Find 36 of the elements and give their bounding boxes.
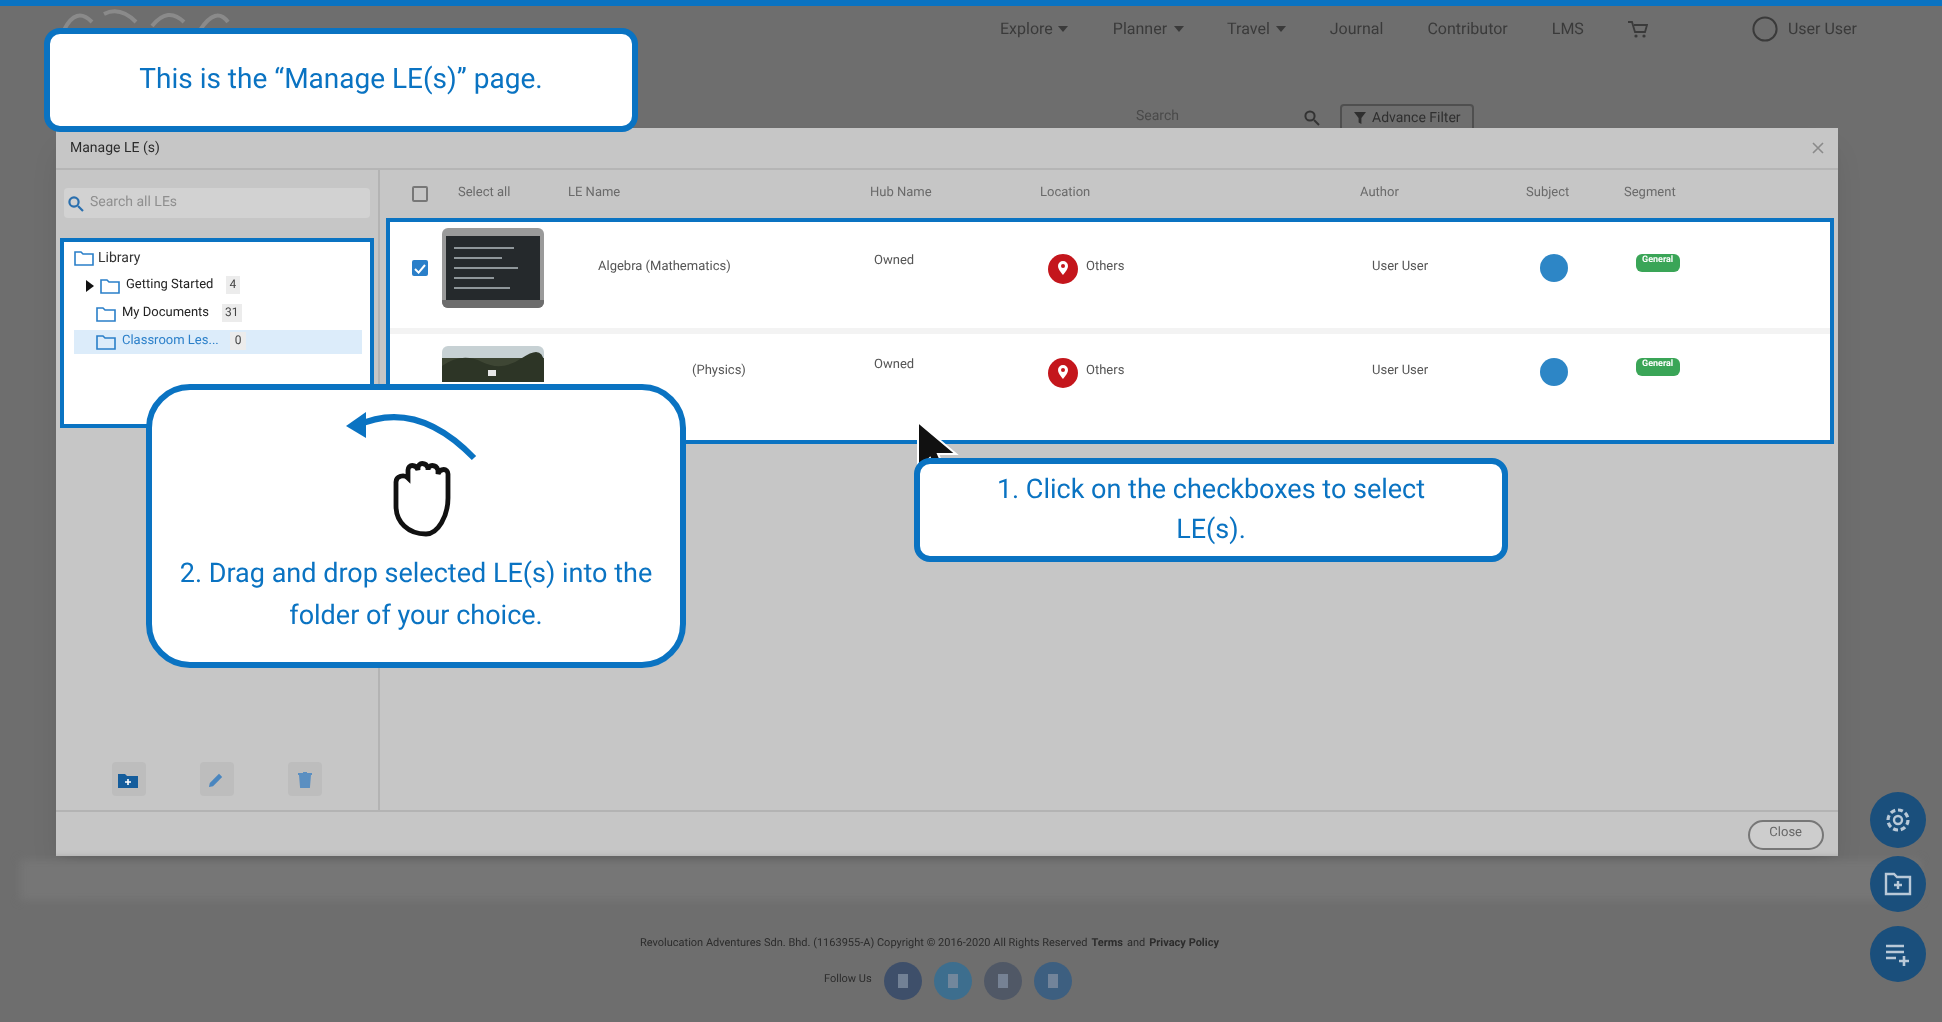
new-folder-button[interactable]	[111, 762, 146, 796]
instagram-icon[interactable]	[983, 962, 1022, 1000]
list-add-icon	[1884, 942, 1912, 966]
expand-arrow-icon[interactable]	[86, 279, 94, 291]
edit-button[interactable]	[199, 762, 234, 796]
facebook-icon[interactable]	[883, 962, 922, 1000]
delete-button[interactable]	[288, 762, 323, 796]
search-icon	[68, 195, 84, 211]
avatar-icon[interactable]	[1751, 16, 1778, 42]
caret-icon	[1275, 26, 1286, 32]
pencil-icon	[208, 771, 225, 787]
row-checkbox[interactable]	[412, 260, 428, 277]
folder-plus-icon	[1884, 872, 1912, 896]
cart-icon[interactable]	[1627, 20, 1648, 38]
add-list-button[interactable]	[1870, 926, 1926, 982]
caret-icon	[1173, 26, 1184, 32]
subject-icon	[1540, 254, 1568, 283]
close-icon[interactable]	[1812, 142, 1824, 154]
trash-icon	[298, 771, 313, 787]
callout-text: 1. Click on the checkboxes to select LE(s).	[994, 472, 1428, 550]
add-folder-button[interactable]	[1870, 856, 1926, 912]
caret-icon	[1058, 26, 1069, 32]
twitter-icon[interactable]	[933, 962, 972, 1000]
logo-icon	[60, 6, 232, 34]
select-all-checkbox[interactable]	[412, 186, 428, 202]
location-pin-icon	[1048, 357, 1078, 388]
filter-icon	[1354, 112, 1366, 124]
gear-icon	[1884, 806, 1912, 834]
callout-text: 2. Drag and drop selected LE(s) into the folder of your choice.	[177, 556, 655, 636]
linkedin-icon[interactable]	[1033, 962, 1072, 1000]
callout-text: This is the “Manage LE(s)” page.	[139, 61, 543, 99]
location-pin-icon	[1048, 253, 1078, 284]
settings-button[interactable]	[1870, 792, 1926, 848]
subject-icon	[1540, 358, 1568, 387]
search-icon	[1304, 109, 1320, 125]
folder-plus-icon	[118, 771, 139, 787]
